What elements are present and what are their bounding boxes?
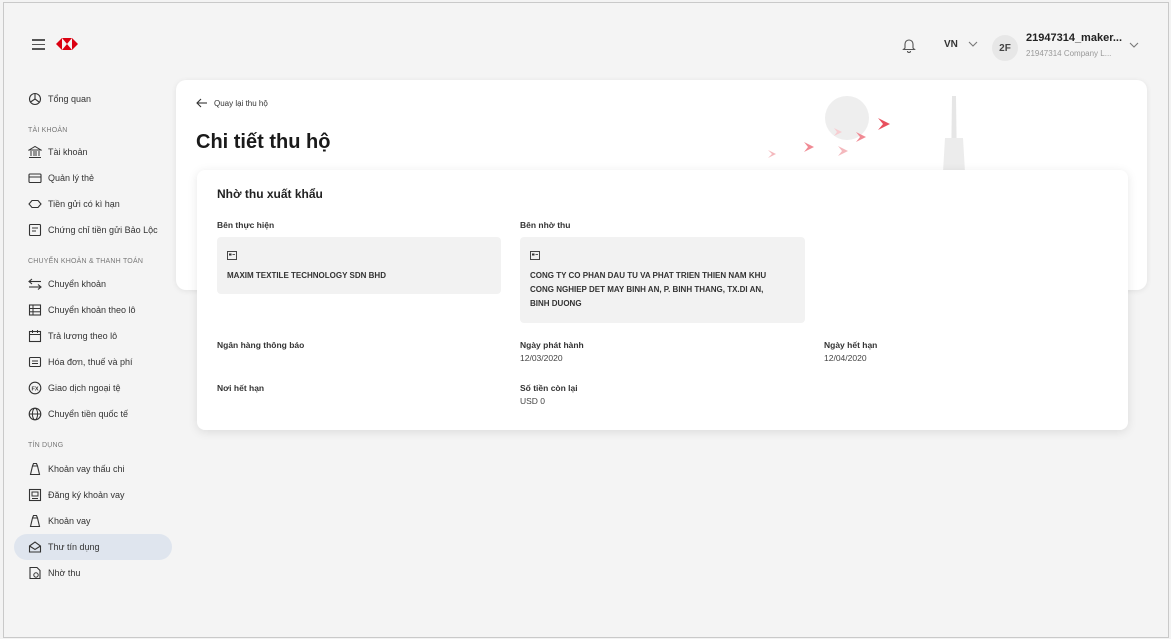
user-company: 21947314 Company L...: [1026, 49, 1112, 58]
performer-box: MAXIM TEXTILE TECHNOLOGY SDN BHD: [217, 237, 501, 294]
sidebar-item-label: Hóa đơn, thuế và phí: [48, 357, 133, 367]
card-icon: [28, 173, 42, 184]
sidebar-item-batch-transfer[interactable]: Chuyển khoản theo lô: [14, 297, 172, 323]
remaining-amount-value: USD 0: [520, 396, 546, 406]
fx-icon: FX: [28, 381, 42, 395]
bill-icon: [28, 356, 42, 368]
sidebar-item-cards[interactable]: Quản lý thẻ: [14, 165, 172, 191]
decorative-illustration: [768, 96, 965, 172]
transfer-icon: [28, 278, 42, 290]
advising-bank-label: Ngân hàng thông báo: [217, 340, 305, 350]
dashboard-icon: [28, 92, 42, 106]
sidebar-item-transfer[interactable]: Chuyển khoản: [14, 271, 172, 297]
sidebar-item-label: Tài khoản: [48, 147, 88, 157]
performer-label: Bên thực hiện: [217, 220, 275, 230]
sidebar-item-accounts[interactable]: Tài khoản: [14, 139, 172, 165]
sidebar-item-bills[interactable]: Hóa đơn, thuế và phí: [14, 349, 172, 375]
sidebar-item-label: Thư tín dụng: [48, 542, 100, 552]
sidebar: Tổng quan TÀI KHOẢN Tài khoản Quản lý th…: [4, 83, 179, 639]
sidebar-item-label: Trả lương theo lô: [48, 331, 118, 341]
expiry-place-label: Nơi hết hạn: [217, 383, 265, 393]
remaining-amount-label: Số tiền còn lại: [520, 383, 578, 393]
collector-box: CONG TY CO PHAN DAU TU VA PHAT TRIEN THI…: [520, 237, 805, 323]
sidebar-item-letter-of-credit[interactable]: Thư tín dụng: [14, 534, 172, 560]
sidebar-item-label: Khoản vay thấu chi: [48, 464, 125, 474]
letter-of-credit-icon: [28, 541, 42, 553]
collector-name-line: CONG NGHIEP DET MAY BINH AN, P. BINH THA…: [530, 285, 764, 294]
collector-label: Bên nhờ thu: [520, 220, 571, 230]
sidebar-item-fx[interactable]: FX Giao dịch ngoại tệ: [14, 375, 172, 401]
sidebar-item-label: Chuyển tiền quốc tế: [48, 409, 129, 419]
section-credit: TÍN DỤNG: [28, 442, 64, 449]
expiry-date-value: 12/04/2020: [824, 353, 867, 363]
bell-icon[interactable]: [902, 37, 916, 53]
sidebar-item-intl-transfer[interactable]: Chuyển tiền quốc tế: [14, 401, 172, 427]
language-selector[interactable]: VN: [944, 39, 958, 50]
sidebar-item-label: Tổng quan: [48, 94, 92, 104]
performer-name: MAXIM TEXTILE TECHNOLOGY SDN BHD: [227, 271, 386, 280]
sidebar-item-label: Khoản vay: [48, 516, 91, 526]
loan-register-icon: [28, 488, 42, 502]
svg-text:FX: FX: [31, 386, 38, 392]
sidebar-item-label: Chuyển khoản: [48, 279, 107, 289]
issue-date-label: Ngày phát hành: [520, 340, 584, 350]
sidebar-item-batch-payroll[interactable]: Trả lương theo lô: [14, 323, 172, 349]
back-label: Quay lại thu hộ: [214, 98, 268, 108]
sidebar-item-collection[interactable]: Nhờ thu: [14, 560, 172, 586]
page-title: Chi tiết thu hộ: [196, 131, 331, 153]
loan-icon: [29, 514, 41, 528]
chevron-down-icon[interactable]: [967, 38, 979, 50]
expiry-date-label: Ngày hết hạn: [824, 340, 878, 350]
section-transfer: CHUYỂN KHOẢN & THANH TOÁN: [28, 258, 144, 265]
sidebar-item-loan[interactable]: Khoản vay: [14, 508, 172, 534]
chevron-down-icon[interactable]: [1128, 39, 1140, 51]
sidebar-item-label: Đăng ký khoản vay: [48, 490, 125, 500]
sidebar-item-label: Nhờ thu: [48, 568, 81, 578]
sidebar-item-term-deposit[interactable]: Tiền gửi có kì hạn: [14, 191, 172, 217]
sidebar-item-deposit-certificate[interactable]: Chứng chỉ tiền gửi Bảo Lộc: [14, 217, 172, 243]
arrow-left-icon: [196, 98, 207, 108]
batch-transfer-icon: [28, 304, 42, 316]
sidebar-item-overdraft[interactable]: Khoản vay thấu chi: [14, 456, 172, 482]
sidebar-item-label: Chứng chỉ tiền gửi Bảo Lộc: [48, 225, 158, 235]
calendar-icon: [28, 330, 42, 343]
certificate-icon: [28, 223, 42, 237]
collection-icon: [29, 566, 41, 580]
sidebar-item-label: Giao dịch ngoại tệ: [48, 383, 121, 393]
id-card-icon: [530, 251, 540, 260]
globe-icon: [28, 407, 42, 421]
user-name[interactable]: 21947314_maker...: [1026, 32, 1122, 44]
deposit-icon: [28, 199, 42, 209]
issue-date-value: 12/03/2020: [520, 353, 563, 363]
avatar[interactable]: 2F: [992, 35, 1018, 61]
section-accounts: TÀI KHOẢN: [28, 127, 68, 134]
collector-name-line: BINH DUONG: [530, 299, 582, 308]
id-card-icon: [227, 251, 237, 260]
menu-icon[interactable]: [32, 39, 45, 50]
money-bag-icon: [29, 462, 41, 476]
bank-icon: [28, 145, 42, 158]
bank-logo-icon[interactable]: [56, 37, 78, 51]
sidebar-item-loan-register[interactable]: Đăng ký khoản vay: [14, 482, 172, 508]
sidebar-item-label: Tiền gửi có kì hạn: [48, 199, 120, 209]
section-title: Nhờ thu xuất khẩu: [217, 187, 323, 201]
sidebar-item-label: Quản lý thẻ: [48, 173, 95, 183]
collector-name-line: CONG TY CO PHAN DAU TU VA PHAT TRIEN THI…: [530, 271, 767, 280]
top-bar: VN 2F 21947314_maker... 21947314 Company…: [4, 3, 1168, 83]
sidebar-item-label: Chuyển khoản theo lô: [48, 305, 136, 315]
back-link[interactable]: Quay lại thu hộ: [196, 98, 268, 108]
sidebar-item-overview[interactable]: Tổng quan: [14, 86, 172, 112]
